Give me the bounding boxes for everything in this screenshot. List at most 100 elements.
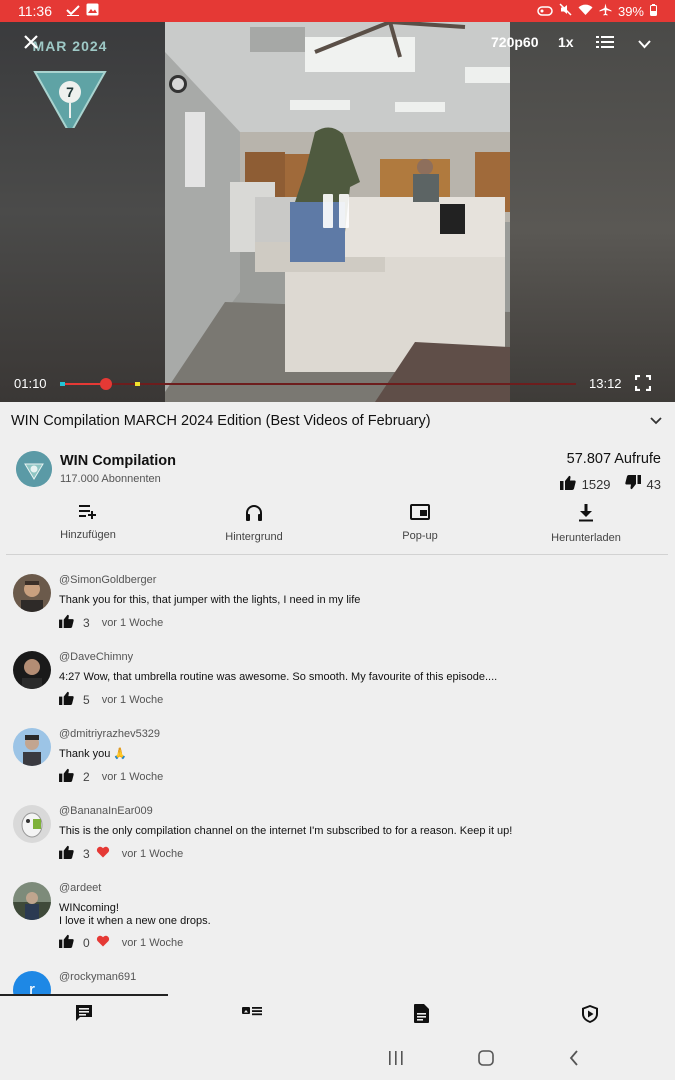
- comment-avatar[interactable]: r: [13, 971, 51, 994]
- comment-text: WINcoming! I love it when a new one drop…: [59, 902, 211, 927]
- comment-avatar[interactable]: [13, 805, 51, 843]
- comment-text: 4:27 Wow, that umbrella routine was awes…: [59, 671, 498, 683]
- view-count: 57.807 Aufrufe: [566, 451, 661, 467]
- comment-avatar[interactable]: [13, 728, 51, 766]
- add-to-playlist-button[interactable]: Hinzufügen: [18, 504, 158, 541]
- popup-icon: [410, 504, 430, 524]
- comment-date: vor 1 Woche: [101, 616, 164, 629]
- wifi-icon: [578, 4, 593, 19]
- headphones-icon: [245, 505, 263, 525]
- airplane-icon: [599, 3, 612, 19]
- recent-apps-icon[interactable]: [388, 1051, 404, 1070]
- home-icon[interactable]: [478, 1050, 494, 1071]
- comment-item[interactable]: @DaveChimny 4:27 Wow, that umbrella rout…: [13, 651, 663, 711]
- comment-meta: 2 vor 1 Woche: [59, 768, 163, 785]
- thumbs-up-icon[interactable]: [59, 845, 74, 862]
- dislike-count: 43: [646, 476, 661, 492]
- thumbs-down-icon: [624, 475, 641, 493]
- add-to-playlist-label: Hinzufügen: [60, 529, 116, 541]
- download-button[interactable]: Herunterladen: [516, 504, 656, 544]
- vpn-key-icon: [537, 4, 553, 19]
- active-tab-indicator: [0, 994, 168, 996]
- comment-like-count: 5: [83, 692, 90, 707]
- status-time: 11:36: [18, 3, 52, 19]
- segment-marker-intro: [60, 382, 65, 386]
- tab-description[interactable]: [337, 1004, 505, 1028]
- popup-player-button[interactable]: Pop-up: [350, 504, 490, 542]
- tab-sponsorblock[interactable]: [506, 1004, 674, 1029]
- battery-icon: [650, 3, 657, 19]
- description-icon: [413, 1004, 429, 1027]
- expand-description-icon[interactable]: [650, 413, 662, 431]
- comment-author[interactable]: @SimonGoldberger: [59, 574, 156, 586]
- comment-text: Thank you for this, that jumper with the…: [59, 594, 361, 606]
- download-icon: [578, 504, 594, 526]
- seek-bar[interactable]: [60, 378, 576, 390]
- like-dislike-row: 1529 43: [559, 475, 661, 493]
- fullscreen-icon[interactable]: [634, 374, 652, 396]
- comment-item[interactable]: r @rockyman691: [13, 971, 663, 994]
- comment-author[interactable]: @DaveChimny: [59, 651, 133, 663]
- comment-like-count: 2: [83, 769, 90, 784]
- playlist-add-icon: [79, 505, 97, 523]
- comment-avatar[interactable]: [13, 882, 51, 920]
- total-time: 13:12: [589, 376, 622, 391]
- background-play-button[interactable]: Hintergrund: [184, 504, 324, 543]
- thumbs-up-icon[interactable]: [59, 934, 74, 951]
- comments-icon: [75, 1005, 93, 1026]
- comment-date: vor 1 Woche: [101, 693, 164, 706]
- thumbs-up-icon: [559, 475, 576, 493]
- comment-item[interactable]: @dmitriyrazhev5329 Thank you 🙏 2 vor 1 W…: [13, 728, 663, 788]
- comment-item[interactable]: @SimonGoldberger Thank you for this, tha…: [13, 574, 663, 634]
- close-icon[interactable]: [23, 34, 39, 55]
- avatar-letter: r: [29, 980, 35, 994]
- comment-item[interactable]: @BananaInEar009 This is the only compila…: [13, 805, 663, 865]
- channel-name[interactable]: WIN Compilation: [60, 453, 176, 469]
- comment-author[interactable]: @ardeet: [59, 882, 101, 894]
- thumbs-up-icon[interactable]: [59, 614, 74, 631]
- background-play-label: Hintergrund: [225, 531, 283, 543]
- channel-avatar[interactable]: [16, 451, 52, 487]
- related-videos-icon: [242, 1005, 262, 1022]
- video-actions: Hinzufügen Hintergrund Pop-up Herunterla…: [0, 504, 675, 544]
- video-title: WIN Compilation MARCH 2024 Edition (Best…: [11, 413, 431, 429]
- subscriber-count: 117.000 Abonnenten: [60, 473, 161, 485]
- status-bar: 11:36 39%: [0, 0, 675, 22]
- pause-button[interactable]: [323, 194, 351, 230]
- comment-meta: 0 vor 1 Woche: [59, 934, 183, 951]
- popup-player-label: Pop-up: [402, 530, 438, 542]
- comment-text: Thank you 🙏: [59, 748, 128, 760]
- chevron-down-icon[interactable]: [638, 36, 651, 54]
- comment-avatar[interactable]: [13, 651, 51, 689]
- quality-button[interactable]: 720p60: [491, 34, 538, 50]
- comment-like-count: 3: [83, 846, 90, 861]
- comment-author[interactable]: @dmitriyrazhev5329: [59, 728, 160, 740]
- speed-button[interactable]: 1x: [558, 34, 574, 50]
- comment-date: vor 1 Woche: [121, 936, 184, 949]
- video-blur-right: [510, 22, 675, 402]
- watermark-number: 7: [66, 84, 74, 100]
- tab-comments[interactable]: [0, 1004, 168, 1027]
- tab-related-videos[interactable]: [168, 1004, 336, 1023]
- comment-author[interactable]: @rockyman691: [59, 971, 136, 983]
- image-icon: [86, 3, 99, 19]
- like-count: 1529: [581, 476, 611, 492]
- queue-list-icon[interactable]: [596, 35, 614, 54]
- comment-avatar[interactable]: [13, 574, 51, 612]
- checkmark-icon: [66, 3, 80, 19]
- download-label: Herunterladen: [551, 532, 621, 544]
- thumbs-up-icon[interactable]: [59, 768, 74, 785]
- channel-row: WIN Compilation 117.000 Abonnenten 57.80…: [16, 450, 661, 494]
- thumbs-up-icon[interactable]: [59, 691, 74, 708]
- back-icon[interactable]: [569, 1050, 579, 1071]
- comment-author[interactable]: @BananaInEar009: [59, 805, 153, 817]
- seek-bar-handle[interactable]: [99, 378, 112, 390]
- video-title-row[interactable]: WIN Compilation MARCH 2024 Edition (Best…: [11, 412, 661, 434]
- divider: [6, 554, 668, 555]
- video-player[interactable]: MAR 2024 7 720p60 1x 01:10 13:12: [0, 22, 675, 402]
- comment-item[interactable]: @ardeet WINcoming! I love it when a new …: [13, 882, 663, 950]
- creator-heart-icon: [96, 846, 110, 861]
- sponsorblock-icon: [580, 1005, 600, 1028]
- system-navigation-bar: [0, 1036, 675, 1080]
- comment-date: vor 1 Woche: [121, 847, 184, 860]
